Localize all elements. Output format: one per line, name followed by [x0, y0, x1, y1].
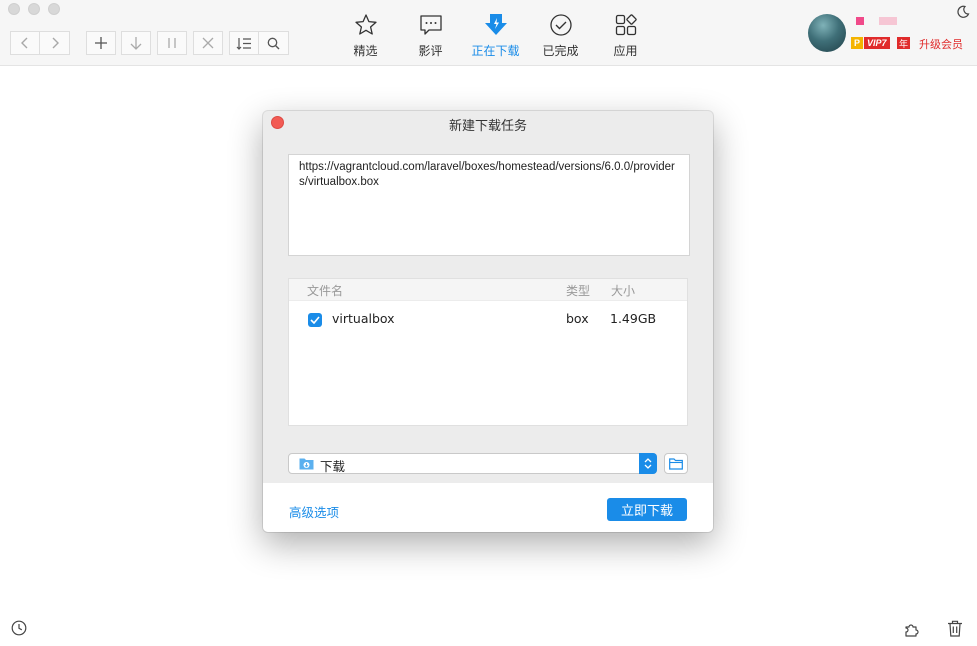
pause-icon: [168, 38, 176, 48]
sort-list-icon: [236, 37, 251, 50]
dark-mode-toggle[interactable]: [956, 4, 970, 23]
tab-apps-label: 应用: [613, 44, 638, 58]
delete-task-button[interactable]: [193, 31, 223, 55]
view-group: [229, 31, 289, 55]
new-task-group: [86, 31, 116, 55]
header-size: 大小: [611, 284, 636, 298]
clock-icon: [11, 620, 27, 636]
arrow-down-icon: [130, 36, 142, 50]
comment-icon: [419, 15, 442, 35]
file-size: 1.49GB: [610, 311, 657, 326]
window-minimize-button[interactable]: [28, 3, 40, 15]
upgrade-membership-link[interactable]: 升级会员: [919, 36, 963, 52]
save-path-select[interactable]: 下载: [288, 453, 657, 474]
tab-reviews[interactable]: 影评: [398, 12, 463, 59]
tab-downloading-label: 正在下载: [471, 44, 520, 58]
save-path-value: 下载: [320, 459, 346, 474]
star-icon: [354, 14, 377, 35]
table-row[interactable]: virtualbox box 1.49GB: [289, 301, 687, 331]
window-controls: [8, 3, 60, 15]
task-actions: [121, 31, 151, 55]
delete-group: [193, 31, 223, 55]
dialog-title: 新建下载任务: [448, 119, 527, 134]
downloading-icon: [484, 14, 507, 35]
add-task-button[interactable]: [86, 31, 116, 55]
select-arrows[interactable]: [639, 453, 657, 474]
username-block-2: [879, 17, 897, 25]
main-tabs: 精选 影评 正在下载 已完成 应用: [333, 12, 658, 59]
pause-group: [157, 31, 187, 55]
username-block: [856, 17, 864, 25]
url-input[interactable]: https://vagrantcloud.com/laravel/boxes/h…: [288, 154, 690, 256]
window-zoom-button[interactable]: [48, 3, 60, 15]
header-filename: 文件名: [307, 284, 344, 298]
chevron-right-icon: [52, 37, 59, 49]
history-nav: [10, 31, 70, 55]
tab-featured-label: 精选: [353, 44, 378, 58]
updown-chevron-icon: [644, 458, 652, 469]
file-name: virtualbox: [332, 311, 395, 326]
download-now-button[interactable]: 立即下载: [607, 498, 687, 521]
trash-button[interactable]: [947, 620, 963, 641]
back-button[interactable]: [10, 31, 40, 55]
file-table: 文件名 类型 大小 virtualbox box 1.49GB: [288, 278, 688, 426]
header-type: 类型: [566, 284, 591, 298]
forward-button[interactable]: [40, 31, 70, 55]
tab-featured[interactable]: 精选: [333, 12, 398, 59]
dialog-footer: 高级选项 立即下载: [263, 483, 713, 532]
plugin-button[interactable]: [904, 620, 922, 642]
moon-icon: [957, 5, 970, 18]
start-download-button[interactable]: [121, 31, 151, 55]
browse-folder-button[interactable]: [664, 453, 688, 474]
year-badge: 年: [897, 37, 910, 50]
toolbar: 精选 影评 正在下载 已完成 应用 P VIP7 年 升级会员: [0, 0, 977, 66]
history-button[interactable]: [11, 620, 27, 640]
check-circle-icon: [549, 14, 572, 36]
new-download-dialog: 新建下载任务 https://vagrantcloud.com/laravel/…: [263, 111, 713, 532]
folder-icon: [669, 457, 683, 470]
tab-completed-label: 已完成: [542, 44, 579, 58]
window-close-button[interactable]: [8, 3, 20, 15]
file-checkbox[interactable]: [308, 313, 322, 327]
plus-icon: [95, 37, 107, 49]
download-folder-icon: [299, 458, 314, 470]
checkmark-icon: [310, 316, 320, 324]
pause-button[interactable]: [157, 31, 187, 55]
tab-apps[interactable]: 应用: [593, 12, 658, 59]
chevron-left-icon: [21, 37, 28, 49]
search-icon: [267, 37, 280, 49]
tab-reviews-label: 影评: [418, 44, 443, 58]
tab-completed[interactable]: 已完成: [528, 12, 593, 59]
advanced-options-link[interactable]: 高级选项: [289, 502, 339, 521]
file-table-header: 文件名 类型 大小: [289, 279, 687, 301]
sort-button[interactable]: [229, 31, 259, 55]
tab-downloading[interactable]: 正在下载: [463, 12, 528, 59]
puzzle-icon: [905, 624, 919, 637]
avatar[interactable]: [808, 14, 846, 52]
close-icon: [202, 37, 214, 49]
p-badge: P: [851, 37, 863, 49]
vip-badge: VIP7: [864, 37, 890, 49]
search-button[interactable]: [259, 31, 289, 55]
file-type: box: [566, 311, 589, 326]
trash-icon: [948, 620, 962, 637]
apps-icon: [615, 14, 637, 36]
